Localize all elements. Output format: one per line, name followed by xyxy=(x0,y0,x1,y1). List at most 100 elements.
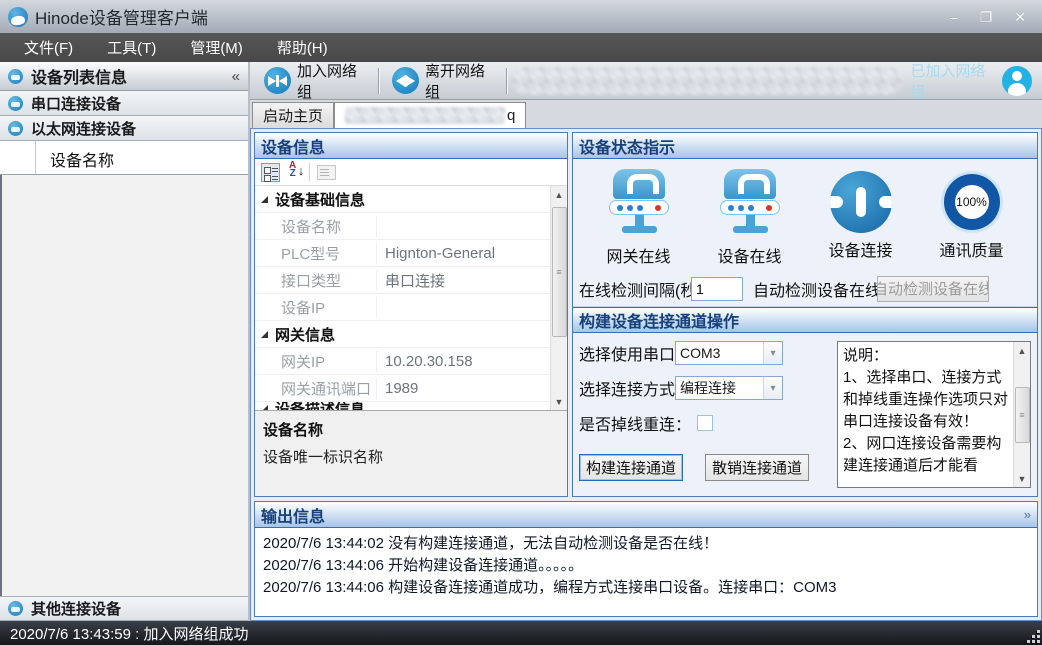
device-list-sidebar: 设备列表信息 « 串口连接设备 以太网连接设备 设备名称 其他连接设备 xyxy=(0,62,250,621)
comm-quality-value: 100% xyxy=(955,185,989,219)
sidebar-item-serial-devices[interactable]: 串口连接设备 xyxy=(0,91,248,116)
device-list-icon xyxy=(8,69,23,84)
device-list-area[interactable] xyxy=(0,175,248,596)
join-network-icon xyxy=(264,67,291,94)
toolbar-separator xyxy=(309,163,310,181)
sidebar-title: 设备列表信息 xyxy=(31,64,127,88)
status-panel-header: 设备状态指示 xyxy=(573,133,1037,159)
online-detect-row: 在线检测间隔(秒) 自动检测设备在线 自动检测设备在线 xyxy=(573,271,1037,307)
scroll-down-icon[interactable]: ▼ xyxy=(551,393,568,410)
auto-detect-label: 自动检测设备在线 xyxy=(753,277,881,301)
reconnect-checkbox[interactable] xyxy=(697,415,713,431)
menu-tools[interactable]: 工具(T) xyxy=(93,34,170,61)
ethernet-device-icon xyxy=(8,121,23,136)
expand-arrow-icon xyxy=(261,196,268,203)
log-line: 2020/7/6 13:44:02 没有构建连接通道，无法自动检测设备是否在线！ xyxy=(263,533,1029,555)
serial-port-select[interactable]: COM3 ▾ xyxy=(675,341,783,365)
output-collapse-icon[interactable]: » xyxy=(1024,507,1031,522)
scrollbar-thumb[interactable]: ≡ xyxy=(552,207,567,337)
sidebar-item-ethernet-devices[interactable]: 以太网连接设备 xyxy=(0,116,248,141)
gateway-online-icon xyxy=(603,167,675,239)
redacted-tab-title xyxy=(345,107,505,124)
app-window: Hinode设备管理客户端 – ❐ ✕ 文件(F) 工具(T) 管理(M) 帮助… xyxy=(0,0,1042,645)
sidebar-header: 设备列表信息 « xyxy=(0,62,248,91)
property-row[interactable]: PLC型号Hignton-General xyxy=(255,240,550,267)
device-name-column-header[interactable]: 设备名称 xyxy=(36,141,114,174)
app-logo-icon xyxy=(8,7,28,27)
property-description: 设备名称 设备唯一标识名称 xyxy=(255,410,567,496)
resize-grip[interactable] xyxy=(1027,630,1040,643)
menu-bar: 文件(F) 工具(T) 管理(M) 帮助(H) xyxy=(0,33,1042,62)
log-line: 2020/7/6 13:44:06 开始构建设备连接通道。。。。。 xyxy=(263,555,1029,577)
title-bar: Hinode设备管理客户端 – ❐ ✕ xyxy=(0,0,1042,33)
instructions-box: 说明： 1、选择串口、连接方式和掉线重连操作选项只对串口连接设备有效！ 2、网口… xyxy=(837,341,1031,488)
leave-network-button[interactable]: 离开网络组 xyxy=(384,57,501,105)
close-button[interactable]: ✕ xyxy=(1014,10,1026,24)
sidebar-collapse-icon[interactable]: « xyxy=(232,68,240,85)
window-title: Hinode设备管理客户端 xyxy=(35,4,208,29)
device-online-icon xyxy=(714,167,786,239)
channel-panel-header: 构建设备连接通道操作 xyxy=(573,307,1037,333)
tab-home[interactable]: 启动主页 xyxy=(252,102,334,128)
output-header: 输出信息 » xyxy=(255,502,1037,528)
connect-mode-select[interactable]: 编程连接 ▾ xyxy=(675,376,783,400)
property-pages-button[interactable] xyxy=(315,162,338,183)
interval-label: 在线检测间隔(秒) xyxy=(579,277,691,301)
destroy-channel-button[interactable]: 散销连接通道 xyxy=(705,454,809,481)
property-row[interactable]: 设备IP xyxy=(255,294,550,321)
connect-mode-label: 选择连接方式 xyxy=(579,376,675,400)
categorized-view-button[interactable] xyxy=(259,162,282,183)
instructions-text: 说明： 1、选择串口、连接方式和掉线重连操作选项只对串口连接设备有效！ 2、网口… xyxy=(838,342,1013,487)
status-bar: 2020/7/6 13:43:59 : 加入网络组成功 xyxy=(0,621,1042,645)
instructions-scrollbar[interactable]: ▲ ≡ ▼ xyxy=(1013,342,1030,487)
user-avatar[interactable] xyxy=(1002,66,1032,96)
sort-alphabetical-button[interactable]: AZ↓ xyxy=(287,162,304,183)
property-page-icon xyxy=(317,165,336,180)
maximize-button[interactable]: ❐ xyxy=(980,10,993,24)
reconnect-label: 是否掉线重连： xyxy=(579,411,691,435)
property-row[interactable]: 接口类型串口连接 xyxy=(255,267,550,294)
category-row[interactable]: 网关信息 xyxy=(255,321,550,348)
scroll-up-icon[interactable]: ▲ xyxy=(1014,342,1031,359)
selected-property-name: 设备名称 xyxy=(263,419,559,440)
minimize-button[interactable]: – xyxy=(950,10,958,24)
menu-file[interactable]: 文件(F) xyxy=(10,34,87,61)
status-indicators: 网关在线 设备在线 xyxy=(573,159,1037,271)
join-network-button[interactable]: 加入网络组 xyxy=(256,57,373,105)
leave-network-icon xyxy=(392,67,419,94)
device-status-panel: 设备状态指示 网关在线 xyxy=(572,132,1038,497)
device-connect-indicator: 设备连接 xyxy=(806,167,916,261)
serial-device-icon xyxy=(8,96,23,111)
device-online-indicator: 设备在线 xyxy=(695,167,805,267)
property-row[interactable]: 网关通讯端口1989 xyxy=(255,375,550,402)
auto-detect-button[interactable]: 自动检测设备在线 xyxy=(877,276,989,302)
output-panel: 输出信息 » 2020/7/6 13:44:02 没有构建连接通道，无法自动检测… xyxy=(254,501,1038,617)
serial-port-label: 选择使用串口 xyxy=(579,341,675,365)
tab-strip: 启动主页 q xyxy=(250,100,1042,128)
category-row-clipped[interactable]: 设备描述信息 xyxy=(255,402,550,410)
chevron-down-icon[interactable]: ▾ xyxy=(763,342,782,364)
build-channel-button[interactable]: 构建连接通道 xyxy=(579,454,683,481)
device-connect-icon xyxy=(830,171,892,233)
category-row[interactable]: 设备基础信息 xyxy=(255,186,550,213)
status-message: 2020/7/6 13:43:59 : 加入网络组成功 xyxy=(10,623,248,644)
property-row[interactable]: 网关IP10.20.30.158 xyxy=(255,348,550,375)
device-info-panel: 设备信息 AZ↓ 设备基础信息 xyxy=(254,132,568,497)
channel-controls: 选择使用串口 COM3 ▾ 选择连接方式 编程连接 xyxy=(573,333,1037,496)
redacted-user-info xyxy=(512,67,902,95)
interval-input[interactable] xyxy=(691,277,743,301)
chevron-down-icon[interactable]: ▾ xyxy=(763,377,782,399)
scroll-down-icon[interactable]: ▼ xyxy=(1014,470,1031,487)
tab-device-active[interactable]: q xyxy=(334,102,526,128)
tab-title-suffix: q xyxy=(507,107,515,124)
network-status-label: 已加入网络组 xyxy=(910,60,994,102)
scroll-up-icon[interactable]: ▲ xyxy=(551,186,568,203)
tab-content: 设备信息 AZ↓ 设备基础信息 xyxy=(250,128,1042,621)
scrollbar-thumb[interactable]: ≡ xyxy=(1015,387,1030,443)
propertygrid-scrollbar[interactable]: ▲ ≡ ▼ xyxy=(550,186,567,410)
sidebar-item-other-devices[interactable]: 其他连接设备 xyxy=(0,596,248,621)
menu-manage[interactable]: 管理(M) xyxy=(176,34,257,61)
property-row[interactable]: 设备名称 xyxy=(255,213,550,240)
device-info-header: 设备信息 xyxy=(255,133,567,159)
propertygrid-toolbar: AZ↓ xyxy=(255,159,567,186)
